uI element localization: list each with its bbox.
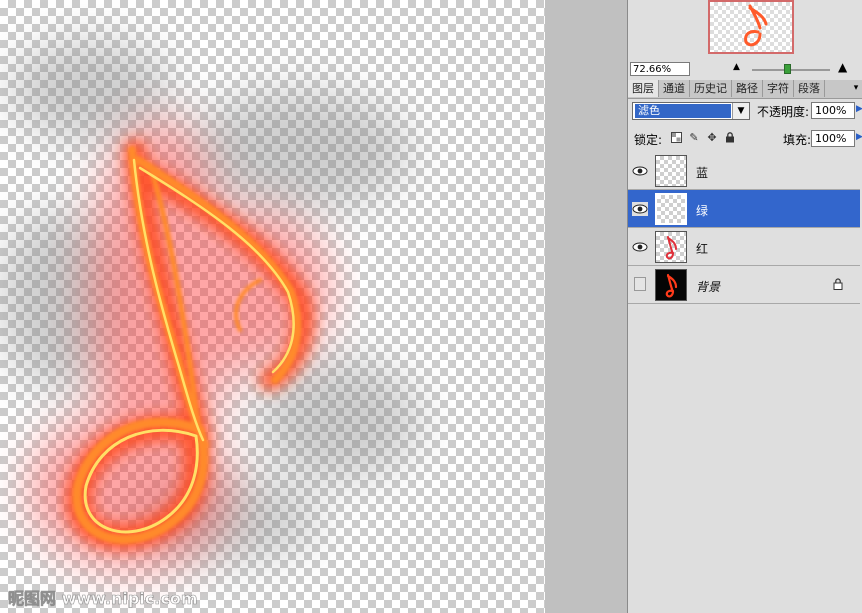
- tab-history[interactable]: 历史记: [690, 80, 732, 97]
- blend-mode-value: 滤色: [635, 104, 731, 118]
- layer-name: 背景: [696, 280, 721, 294]
- right-panel: 72.66% ▲ ▲ 图层 通道 历史记 路径 字符 段落 ▾ 滤色 ▼ 不透明…: [627, 0, 862, 613]
- eye-icon[interactable]: [632, 164, 648, 178]
- layer-row-blue[interactable]: 蓝: [628, 152, 860, 190]
- fill-label: 填充:: [783, 133, 812, 147]
- tab-character[interactable]: 字符: [763, 80, 794, 97]
- opacity-label: 不透明度:: [757, 105, 810, 119]
- panel-menu-icon[interactable]: ▾: [850, 80, 862, 98]
- fill-slider-arrow-icon[interactable]: ▶: [856, 132, 862, 142]
- chevron-down-icon[interactable]: ▼: [732, 103, 749, 119]
- tab-channels[interactable]: 通道: [659, 80, 690, 97]
- watermark-text: 昵图网 www.nipic.com: [8, 589, 198, 608]
- eye-icon[interactable]: [632, 202, 648, 216]
- opacity-input[interactable]: 100%: [811, 102, 855, 119]
- large-mountain-icon[interactable]: ▲: [838, 60, 847, 74]
- small-mountain-icon[interactable]: ▲: [733, 62, 740, 72]
- layer-name: 绿: [696, 204, 709, 218]
- flame-music-note-artwork: 昵图网 www.nipic.com: [0, 40, 420, 608]
- layer-thumbnail: [655, 269, 687, 301]
- layer-thumbnail: [655, 193, 687, 225]
- layer-name: 蓝: [696, 166, 709, 180]
- tab-paths[interactable]: 路径: [732, 80, 763, 97]
- lock-transparent-pixels-icon[interactable]: [670, 132, 682, 144]
- layer-row-red[interactable]: 红: [628, 228, 860, 266]
- document-canvas[interactable]: 昵图网 www.nipic.com: [0, 0, 545, 613]
- tab-layers[interactable]: 图层: [628, 80, 659, 97]
- layers-list: 蓝 绿 红 背景: [628, 152, 860, 308]
- move-icon[interactable]: ✥: [706, 132, 718, 144]
- layers-empty-area[interactable]: [628, 308, 860, 613]
- layer-thumbnail: [655, 231, 687, 263]
- eye-icon[interactable]: [632, 240, 648, 254]
- lock-row: 锁定: ✎ ✥ 填充: 100% ▶: [628, 129, 862, 149]
- zoom-slider-track[interactable]: [752, 69, 830, 71]
- visibility-toggle-off[interactable]: [634, 277, 646, 291]
- panel-tabs: 图层 通道 历史记 路径 字符 段落 ▾: [628, 80, 862, 99]
- zoom-level-input[interactable]: 72.66%: [630, 62, 690, 76]
- layer-name: 红: [696, 242, 709, 256]
- navigator-zoom-row: 72.66% ▲ ▲: [628, 60, 862, 78]
- layer-row-green[interactable]: 绿: [628, 190, 860, 228]
- blend-mode-select[interactable]: 滤色 ▼: [632, 102, 750, 120]
- opacity-slider-arrow-icon[interactable]: ▶: [856, 104, 862, 114]
- brush-icon[interactable]: ✎: [688, 132, 700, 144]
- layer-row-background[interactable]: 背景: [628, 266, 860, 304]
- canvas-gutter: [545, 0, 627, 613]
- lock-icon[interactable]: [724, 132, 736, 144]
- blend-row: 滤色 ▼ 不透明度: 100% ▶: [628, 101, 862, 121]
- layer-thumbnail: [655, 155, 687, 187]
- zoom-slider-thumb[interactable]: [784, 64, 791, 74]
- navigator-thumbnail[interactable]: [708, 0, 794, 54]
- fill-input[interactable]: 100%: [811, 130, 855, 147]
- lock-icon: [833, 278, 843, 290]
- lock-label: 锁定:: [634, 133, 663, 147]
- tab-paragraph[interactable]: 段落: [794, 80, 825, 97]
